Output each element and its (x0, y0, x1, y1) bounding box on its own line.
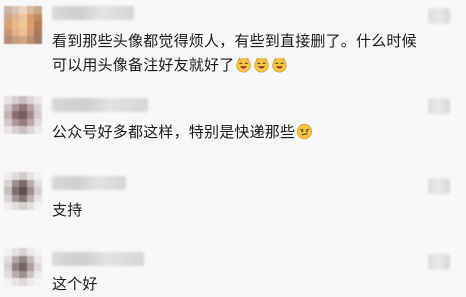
like-button-blurred[interactable] (428, 98, 450, 114)
avatar-blurred[interactable] (4, 96, 42, 134)
comment-text: 支持 (52, 198, 82, 222)
avatar-blurred[interactable] (4, 6, 42, 44)
nickname-blurred[interactable] (52, 6, 134, 20)
laughing-cat-icon (271, 56, 288, 73)
comment-line-1: 支持 (52, 201, 83, 219)
nickname-blurred[interactable] (52, 176, 126, 190)
laughing-cat-icon (253, 56, 270, 73)
comment-line-1: 这个好 (52, 275, 98, 293)
comment-text: 这个好 (52, 272, 98, 296)
comment-line-1: 看到那些头像都觉得烦人，有些到直接删了。什么时候 (52, 32, 417, 50)
laughing-cat-icon (235, 56, 252, 73)
avatar-blurred[interactable] (4, 248, 42, 286)
comment-text: 看到那些头像都觉得烦人，有些到直接删了。什么时候 可以用头像备注好友就好了 (52, 29, 417, 77)
comment-text: 公众号好多都这样，特别是快递那些 (52, 120, 313, 144)
comment-item-3[interactable]: 支持 (0, 172, 466, 228)
avatar-blurred[interactable] (4, 172, 42, 210)
nickname-blurred[interactable] (52, 252, 144, 266)
comment-item-4[interactable]: 这个好 (0, 246, 466, 297)
comment-line-1: 公众号好多都这样，特别是快递那些 (52, 123, 296, 141)
nickname-blurred[interactable] (52, 98, 148, 112)
comment-line-2: 可以用头像备注好友就好了 (52, 56, 235, 74)
like-button-blurred[interactable] (428, 254, 450, 270)
like-button-blurred[interactable] (428, 178, 450, 194)
comment-item-1[interactable]: 看到那些头像都觉得烦人，有些到直接删了。什么时候 可以用头像备注好友就好了 (0, 6, 466, 80)
smirk-face-icon (296, 123, 313, 140)
comment-item-2[interactable]: 公众号好多都这样，特别是快递那些 (0, 96, 466, 156)
like-button-blurred[interactable] (428, 8, 450, 24)
